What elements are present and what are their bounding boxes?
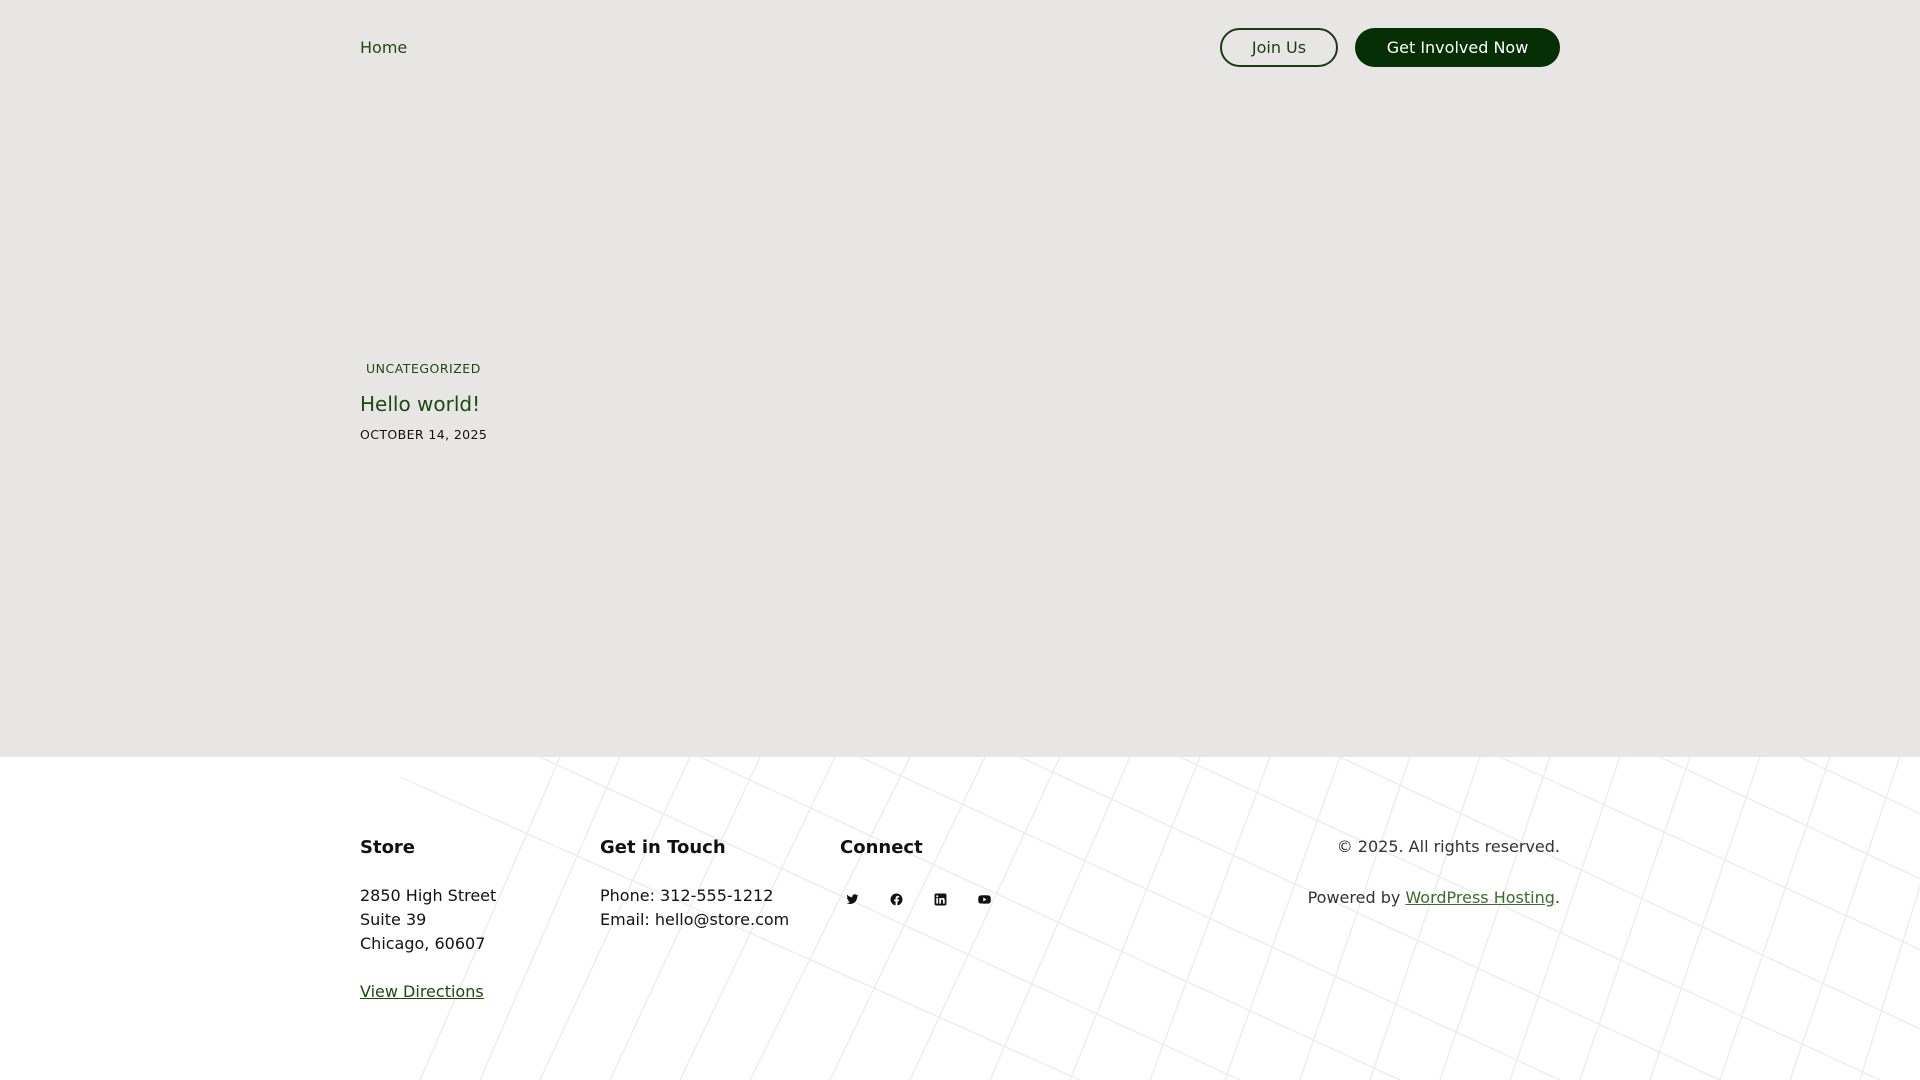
youtube-icon[interactable] (972, 887, 996, 911)
main-content-area: Home Join Us Get Involved Now UNCATEGORI… (0, 0, 1920, 757)
connect-heading: Connect (840, 837, 923, 858)
footer-columns: Store 2850 High Street Suite 39 Chicago,… (360, 757, 1560, 1080)
nav-link-home[interactable]: Home (360, 28, 407, 67)
wordpress-hosting-link[interactable]: WordPress Hosting (1405, 888, 1555, 907)
site-header: Home Join Us Get Involved Now (360, 28, 1560, 67)
powered-by-text: Powered by WordPress Hosting. (1308, 886, 1560, 910)
post-title-link[interactable]: Hello world! (360, 392, 960, 416)
footer-connect-column: Connect (840, 836, 1060, 911)
contact-email: Email: hello@store.com (600, 910, 790, 929)
linkedin-icon[interactable] (928, 887, 952, 911)
site-footer: Store 2850 High Street Suite 39 Chicago,… (0, 757, 1920, 1080)
address-line-1: 2850 High Street (360, 886, 497, 905)
contact-heading: Get in Touch (600, 837, 726, 858)
view-directions-link[interactable]: View Directions (360, 980, 484, 1004)
get-involved-button[interactable]: Get Involved Now (1355, 28, 1560, 67)
contact-details: Phone: 312-555-1212 Email: hello@store.c… (600, 884, 820, 932)
facebook-icon[interactable] (884, 887, 908, 911)
contact-phone: Phone: 312-555-1212 (600, 886, 774, 905)
store-heading: Store (360, 837, 416, 858)
join-us-button[interactable]: Join Us (1220, 28, 1338, 67)
store-address: 2850 High Street Suite 39 Chicago, 60607 (360, 884, 580, 956)
social-links (840, 887, 1060, 911)
powered-by-prefix: Powered by (1307, 888, 1406, 907)
post-date: OCTOBER 14, 2025 (360, 427, 488, 442)
twitter-icon[interactable] (840, 887, 864, 911)
copyright-text: © 2025. All rights reserved. (1336, 837, 1560, 856)
post-category-link[interactable]: UNCATEGORIZED (366, 361, 481, 376)
address-line-3: Chicago, 60607 (360, 934, 486, 953)
post-card: UNCATEGORIZED Hello world! OCTOBER 14, 2… (360, 358, 960, 442)
address-line-2: Suite 39 (360, 910, 427, 929)
powered-by-suffix: . (1554, 888, 1560, 907)
footer-store-column: Store 2850 High Street Suite 39 Chicago,… (360, 836, 580, 1004)
footer-contact-column: Get in Touch Phone: 312-555-1212 Email: … (600, 836, 820, 932)
